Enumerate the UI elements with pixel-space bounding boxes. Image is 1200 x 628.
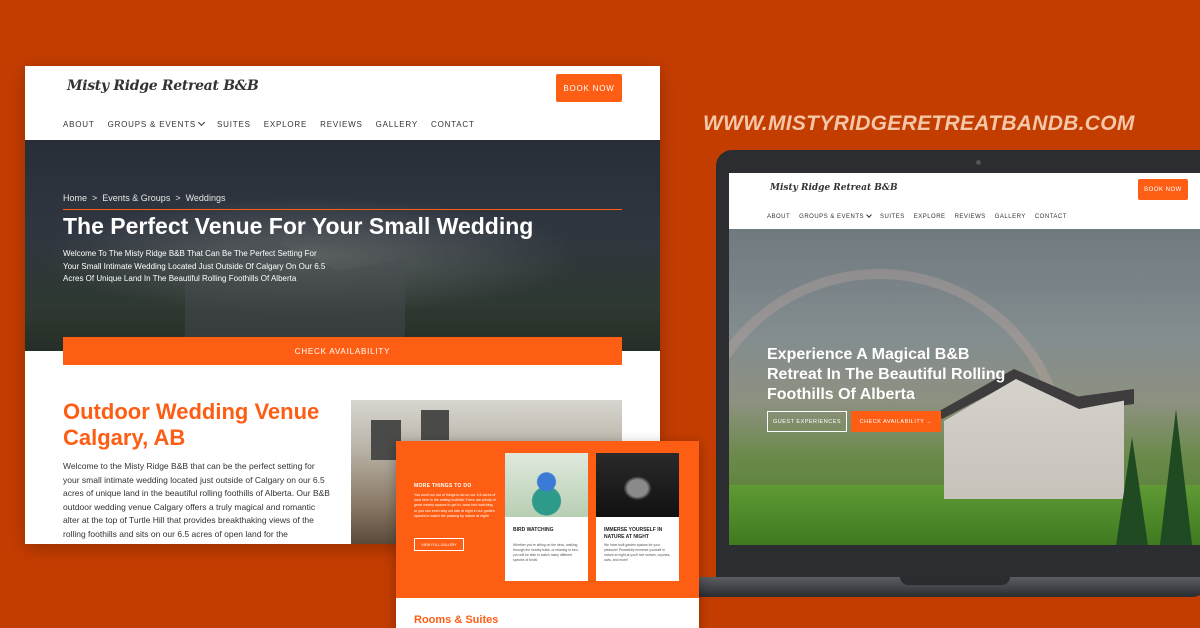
hero-section: Home > Events & Groups > Weddings The Pe… — [25, 140, 660, 351]
main-nav: ABOUT GROUPS & EVENTS SUITES EXPLORE REV… — [767, 212, 1067, 220]
card-title: BIRD WATCHING — [513, 527, 554, 533]
card-bird-watching[interactable]: BIRD WATCHING Whether you're sitting on … — [505, 453, 588, 581]
nav-item-reviews[interactable]: REVIEWS — [955, 214, 986, 220]
nav-item-suites[interactable]: SUITES — [217, 120, 251, 129]
card-text: We have built garden spaces for your ple… — [604, 543, 671, 562]
nav-item-contact[interactable]: CONTACT — [1035, 214, 1067, 220]
hero-title: Experience A Magical B&B Retreat In The … — [767, 346, 1006, 403]
hero-section: Experience A Magical B&B Retreat In The … — [729, 229, 1200, 545]
card-nature-at-night[interactable]: IMMERSE YOURSELF IN NATURE AT NIGHT We h… — [596, 453, 679, 581]
section-heading: MORE THINGS TO DO — [414, 483, 472, 489]
view-gallery-button[interactable]: VIEW FULL GALLERY — [414, 538, 464, 551]
book-now-button[interactable]: BOOK NOW — [1138, 179, 1188, 200]
card-title: IMMERSE YOURSELF IN NATURE AT NIGHT — [604, 527, 663, 540]
site-logo[interactable]: Misty Ridge Retreat B&B — [67, 78, 259, 94]
check-availability-button[interactable]: CHECK AVAILABILITY — [63, 337, 622, 365]
nav-item-contact[interactable]: CONTACT — [431, 120, 475, 129]
nav-item-label: GROUPS & EVENTS — [799, 214, 865, 220]
nav-item-suites[interactable]: SUITES — [880, 214, 905, 220]
breadcrumb-divider — [63, 209, 622, 210]
hero-intro: Welcome To The Misty Ridge B&B That Can … — [63, 249, 326, 283]
breadcrumb-weddings: Weddings — [185, 193, 226, 203]
camera-icon — [976, 160, 981, 165]
check-availability-button[interactable]: CHECK AVAILABILITY → — [851, 411, 941, 432]
site-url: WWW.MISTYRIDGERETREATBANDB.COM — [703, 112, 1135, 135]
nav-item-reviews[interactable]: REVIEWS — [320, 120, 363, 129]
breadcrumb: Home > Events & Groups > Weddings — [63, 193, 225, 203]
nav-item-groups-events[interactable]: GROUPS & EVENTS — [107, 118, 206, 129]
hero-overlay — [25, 140, 660, 351]
section-text: You wont run out of things to do on our … — [414, 493, 496, 518]
breadcrumb-separator: > — [175, 193, 181, 203]
nav-item-explore[interactable]: EXPLORE — [914, 214, 946, 220]
page-title: The Perfect Venue For Your Small Wedding — [63, 213, 534, 239]
card-text: Whether you're sitting on the deck, walk… — [513, 543, 579, 562]
rooms-suites-heading: Rooms & Suites — [414, 614, 499, 626]
chevron-down-icon — [197, 118, 206, 127]
things-to-do-window: MORE THINGS TO DO You wont run out of th… — [396, 441, 699, 628]
chevron-down-icon — [866, 212, 872, 218]
nav-item-about[interactable]: ABOUT — [767, 214, 790, 220]
bird-photo — [505, 453, 588, 517]
night-wildlife-photo — [596, 453, 679, 517]
nav-item-gallery[interactable]: GALLERY — [995, 214, 1026, 220]
breadcrumb-events-groups[interactable]: Events & Groups — [102, 193, 170, 203]
window-shape — [421, 410, 449, 440]
nav-item-gallery[interactable]: GALLERY — [376, 120, 418, 129]
section-body: Welcome to the Misty Ridge B&B that can … — [63, 461, 330, 539]
nav-item-about[interactable]: ABOUT — [63, 120, 95, 129]
nav-item-explore[interactable]: EXPLORE — [264, 120, 307, 129]
book-now-button[interactable]: BOOK NOW — [556, 74, 622, 102]
nav-item-label: GROUPS & EVENTS — [107, 120, 197, 129]
laptop-screen: Misty Ridge Retreat B&B BOOK NOW ABOUT G… — [729, 173, 1200, 545]
laptop-notch — [900, 577, 1010, 585]
main-nav: ABOUT GROUPS & EVENTS SUITES EXPLORE REV… — [63, 118, 475, 129]
nav-item-groups-events[interactable]: GROUPS & EVENTS — [799, 212, 872, 220]
breadcrumb-home[interactable]: Home — [63, 193, 87, 203]
site-logo[interactable]: Misty Ridge Retreat B&B — [770, 183, 898, 193]
breadcrumb-separator: > — [92, 193, 98, 203]
guest-experiences-button[interactable]: GUEST EXPERIENCES — [767, 411, 847, 432]
section-title: Outdoor Wedding Venue Calgary, AB — [63, 399, 320, 450]
